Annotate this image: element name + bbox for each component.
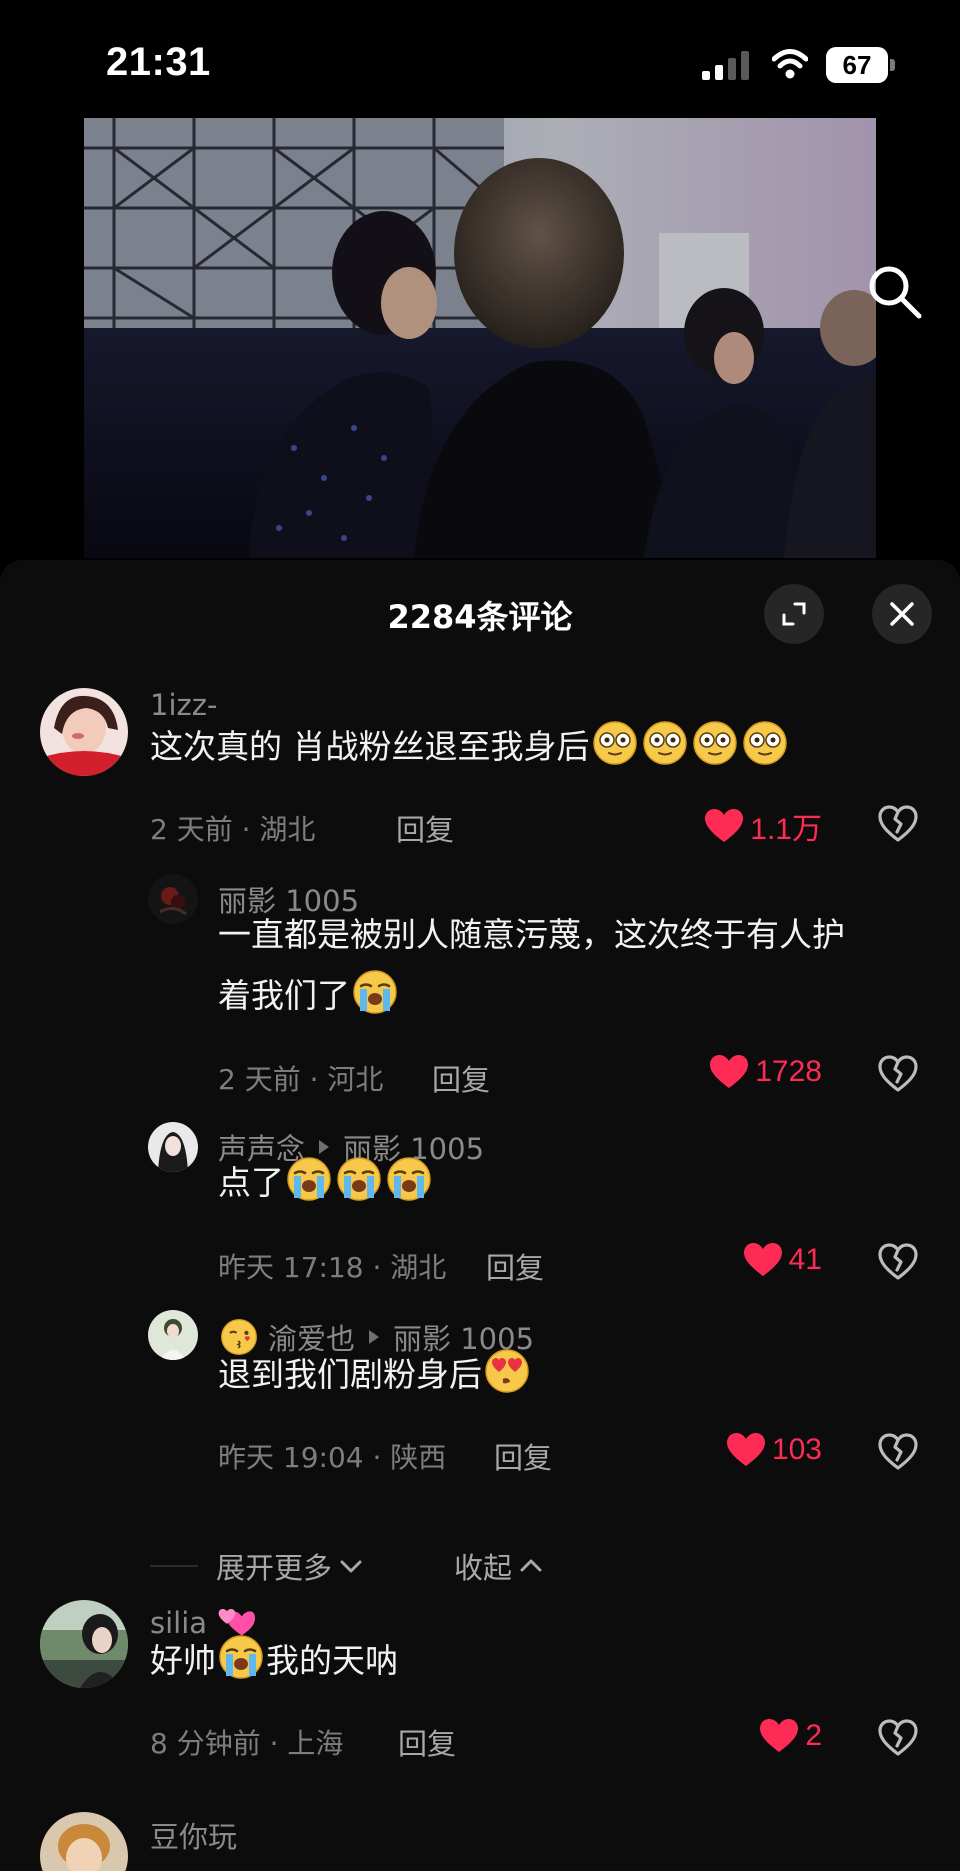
comment-text: 退到我们剧粉身后: [218, 1344, 532, 1405]
expand-icon: [782, 602, 806, 626]
heart-icon: [709, 1054, 749, 1090]
thread-controls: 展开更多 收起: [150, 1545, 910, 1585]
like-button[interactable]: 1.1万: [704, 804, 822, 848]
video-player[interactable]: [0, 118, 960, 558]
battery-icon: 67: [826, 47, 896, 83]
like-count: 103: [771, 1433, 822, 1466]
status-bar: 21:31 67: [0, 0, 960, 118]
reply-button[interactable]: 回复: [486, 1245, 544, 1287]
like-count: 2: [805, 1719, 822, 1752]
heart-icon: [759, 1718, 799, 1754]
like-count: 1.1万: [750, 813, 822, 846]
like-button[interactable]: 41: [743, 1242, 822, 1278]
close-button[interactable]: [872, 584, 932, 644]
avatar[interactable]: [148, 1122, 198, 1172]
dazed-emoji-icon: [692, 720, 738, 766]
heart-icon: [704, 808, 744, 844]
reply-button[interactable]: 回复: [396, 807, 454, 849]
comment-text: 点了: [218, 1152, 434, 1213]
crying-emoji-icon: [286, 1156, 332, 1202]
like-button[interactable]: 103: [726, 1432, 822, 1468]
comment-meta: 昨天 17:18 · 湖北: [218, 1251, 447, 1284]
crying-emoji-icon: [336, 1156, 382, 1202]
broken-heart-icon[interactable]: [878, 1432, 918, 1472]
comment-text: 好帅 我的天呐: [150, 1630, 398, 1691]
comment-meta: 2 天前 · 湖北: [150, 813, 316, 846]
collapse-button[interactable]: 收起: [454, 1545, 544, 1587]
broken-heart-icon[interactable]: [878, 804, 918, 844]
dazed-emoji-icon: [592, 720, 638, 766]
comment-meta: 2 天前 · 河北: [218, 1063, 384, 1096]
broken-heart-icon[interactable]: [878, 1242, 918, 1282]
dazed-emoji-icon: [642, 720, 688, 766]
heart-icon: [743, 1242, 783, 1278]
chevron-down-icon: [340, 1560, 362, 1573]
chevron-up-icon: [520, 1559, 542, 1572]
crying-emoji-icon: [352, 969, 398, 1015]
dazed-emoji-icon: [742, 720, 788, 766]
comment-text: 一直都是被别人随意污蔑，这次终于有人护: [218, 915, 845, 954]
avatar[interactable]: [148, 1310, 198, 1360]
search-icon[interactable]: [864, 261, 926, 323]
comment-author[interactable]: 豆你玩: [150, 1814, 237, 1856]
comment-meta: 8 分钟前 · 上海: [150, 1727, 344, 1760]
reply-button[interactable]: 回复: [432, 1057, 490, 1099]
heart-icon: [726, 1432, 766, 1468]
broken-heart-icon[interactable]: [878, 1718, 918, 1758]
cellular-signal-icon: [702, 51, 749, 80]
close-icon: [890, 602, 914, 626]
fullscreen-button[interactable]: [764, 584, 824, 644]
reply-arrow-icon: [369, 1330, 380, 1344]
heart-eyes-emoji-icon: [484, 1348, 530, 1394]
video-frame: [84, 118, 876, 558]
divider: [150, 1565, 198, 1567]
status-time: 21:31: [106, 40, 211, 84]
like-count: 41: [788, 1243, 822, 1276]
avatar[interactable]: [148, 874, 198, 924]
avatar[interactable]: [40, 688, 128, 776]
broken-heart-icon[interactable]: [878, 1054, 918, 1094]
crying-emoji-icon: [386, 1156, 432, 1202]
avatar[interactable]: [40, 1600, 128, 1688]
reply-button[interactable]: 回复: [398, 1721, 456, 1763]
comment-meta: 昨天 19:04 · 陕西: [218, 1441, 447, 1474]
comment-text: 这次真的 肖战粉丝退至我身后: [150, 716, 790, 777]
reply-button[interactable]: 回复: [494, 1435, 552, 1477]
crying-emoji-icon: [218, 1634, 264, 1680]
wifi-icon: [772, 49, 808, 79]
expand-more-button[interactable]: 展开更多: [216, 1545, 364, 1587]
like-count: 1728: [755, 1055, 822, 1088]
like-button[interactable]: 2: [759, 1718, 822, 1754]
like-button[interactable]: 1728: [709, 1054, 822, 1090]
comment-text: 着我们了: [218, 965, 400, 1026]
battery-level: 67: [826, 47, 888, 83]
